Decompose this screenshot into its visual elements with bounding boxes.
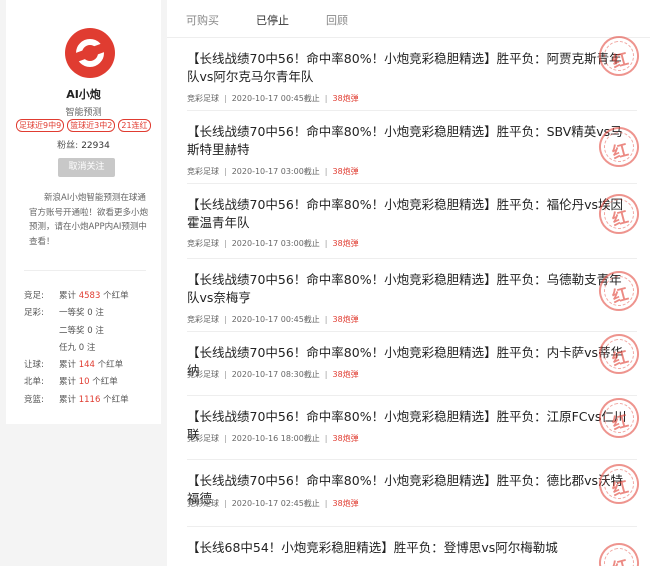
item-title[interactable]: 【长线68中54！小炮竞彩稳胆精选】胜平负：登博思vs阿尔梅勒城 [187, 539, 632, 557]
list-item[interactable]: 【长线战绩70中56！命中率80%！小炮竞彩稳胆精选】胜平负：乌德勒支青年队vs… [187, 259, 644, 332]
fans-count: 粉丝: 22934 [57, 141, 110, 151]
profile-stats: 竞足: 累计 4583 个红单 足彩: 一等奖 0 注 二等奖 0 注 任九 0 注… [24, 289, 129, 410]
divider [24, 270, 146, 271]
prediction-list-panel: 可购买 已停止 回顾 【长线战绩70中56！命中率80%！小炮竞彩稳胆精选】胜平… [167, 0, 650, 566]
list-item[interactable]: 【长线68中54！小炮竞彩稳胆精选】胜平负：登博思vs阿尔梅勒城 红 [187, 527, 644, 566]
item-meta: 竞彩足球 | 2020-10-17 03:00截止 | 38炮弹 [187, 239, 359, 248]
profile-name: AI小炮 [66, 88, 101, 101]
list-item[interactable]: 【长线战绩70中56！命中率80%！小炮竞彩稳胆精选】胜平负：德比郡vs沃特福德… [187, 459, 644, 527]
tab-available[interactable]: 可购买 [186, 12, 219, 28]
item-title[interactable]: 【长线战绩70中56！命中率80%！小炮竞彩稳胆精选】胜平负：福伦丹vs埃因霍温… [187, 196, 632, 232]
item-meta: 竞彩足球 | 2020-10-17 00:45截止 | 38炮弹 [187, 315, 359, 324]
stat-row: 让球: 累计 144 个红单 [24, 360, 124, 371]
item-meta: 竞彩足球 | 2020-10-17 00:45截止 | 38炮弹 [187, 94, 359, 103]
item-title[interactable]: 【长线战绩70中56！命中率80%！小炮竞彩稳胆精选】胜平负：SBV精英vs马斯… [187, 123, 632, 159]
item-meta: 竞彩足球 | 2020-10-16 18:00截止 | 38炮弹 [187, 434, 359, 443]
list-item[interactable]: 【长线战绩70中56！命中率80%！小炮竞彩稳胆精选】胜平负：江原FCvs仁川联… [187, 393, 644, 460]
list-item[interactable]: 【长线战绩70中56！命中率80%！小炮竞彩稳胆精选】胜平负：阿贾克斯青年队vs… [187, 31, 644, 111]
item-meta: 竞彩足球 | 2020-10-17 02:45截止 | 38炮弹 [187, 499, 359, 508]
stat-row: 足彩: 一等奖 0 注 [24, 308, 104, 319]
list-item[interactable]: 【长线战绩70中56！命中率80%！小炮竞彩稳胆精选】胜平负：内卡萨vs蒂华纳 … [187, 329, 644, 396]
item-meta: 竞彩足球 | 2020-10-17 08:30截止 | 38炮弹 [187, 370, 359, 379]
profile-description: 新浪AI小炮智能预测在球通官方账号开通啦！欲看更多小炮预测，请在小炮APP内AI… [29, 193, 149, 247]
prediction-list: 【长线战绩70中56！命中率80%！小炮竞彩稳胆精选】胜平负：阿贾克斯青年队vs… [187, 31, 644, 566]
item-title[interactable]: 【长线战绩70中56！命中率80%！小炮竞彩稳胆精选】胜平负：阿贾克斯青年队vs… [187, 50, 632, 86]
stat-row: 竞篮: 累计 1116 个红单 [24, 394, 129, 405]
item-meta: 竞彩足球 | 2020-10-17 03:00截止 | 38炮弹 [187, 167, 359, 176]
ai-xiaopao-logo-icon [65, 28, 115, 78]
stat-row: 竞足: 累计 4583 个红单 [24, 291, 129, 301]
profile-subtitle: 智能预测 [65, 108, 102, 118]
record-tag: 21连红 [118, 119, 151, 132]
status-tabs: 可购买 已停止 回顾 [167, 0, 650, 38]
unfollow-button[interactable]: 取消关注 [58, 158, 115, 177]
list-item[interactable]: 【长线战绩70中56！命中率80%！小炮竞彩稳胆精选】胜平负：SBV精英vs马斯… [187, 111, 644, 184]
item-title[interactable]: 【长线战绩70中56！命中率80%！小炮竞彩稳胆精选】胜平负：乌德勒支青年队vs… [187, 271, 632, 307]
stat-row: 北单: 累计 10 个红单 [24, 377, 118, 388]
stat-row: 任九 0 注 [59, 342, 96, 353]
tab-review[interactable]: 回顾 [326, 12, 348, 28]
stat-row: 二等奖 0 注 [59, 325, 104, 336]
list-item[interactable]: 【长线战绩70中56！命中率80%！小炮竞彩稳胆精选】胜平负：福伦丹vs埃因霍温… [187, 184, 644, 259]
record-tag: 足球近9中9 [16, 119, 65, 132]
profile-card: AI小炮 智能预测 足球近9中9 篮球近3中2 21连红 粉丝: 22934 取消… [6, 0, 161, 424]
tab-stopped[interactable]: 已停止 [256, 12, 289, 28]
record-tag: 篮球近3中2 [67, 119, 116, 132]
profile-tags: 足球近9中9 篮球近3中2 21连红 [16, 119, 151, 132]
